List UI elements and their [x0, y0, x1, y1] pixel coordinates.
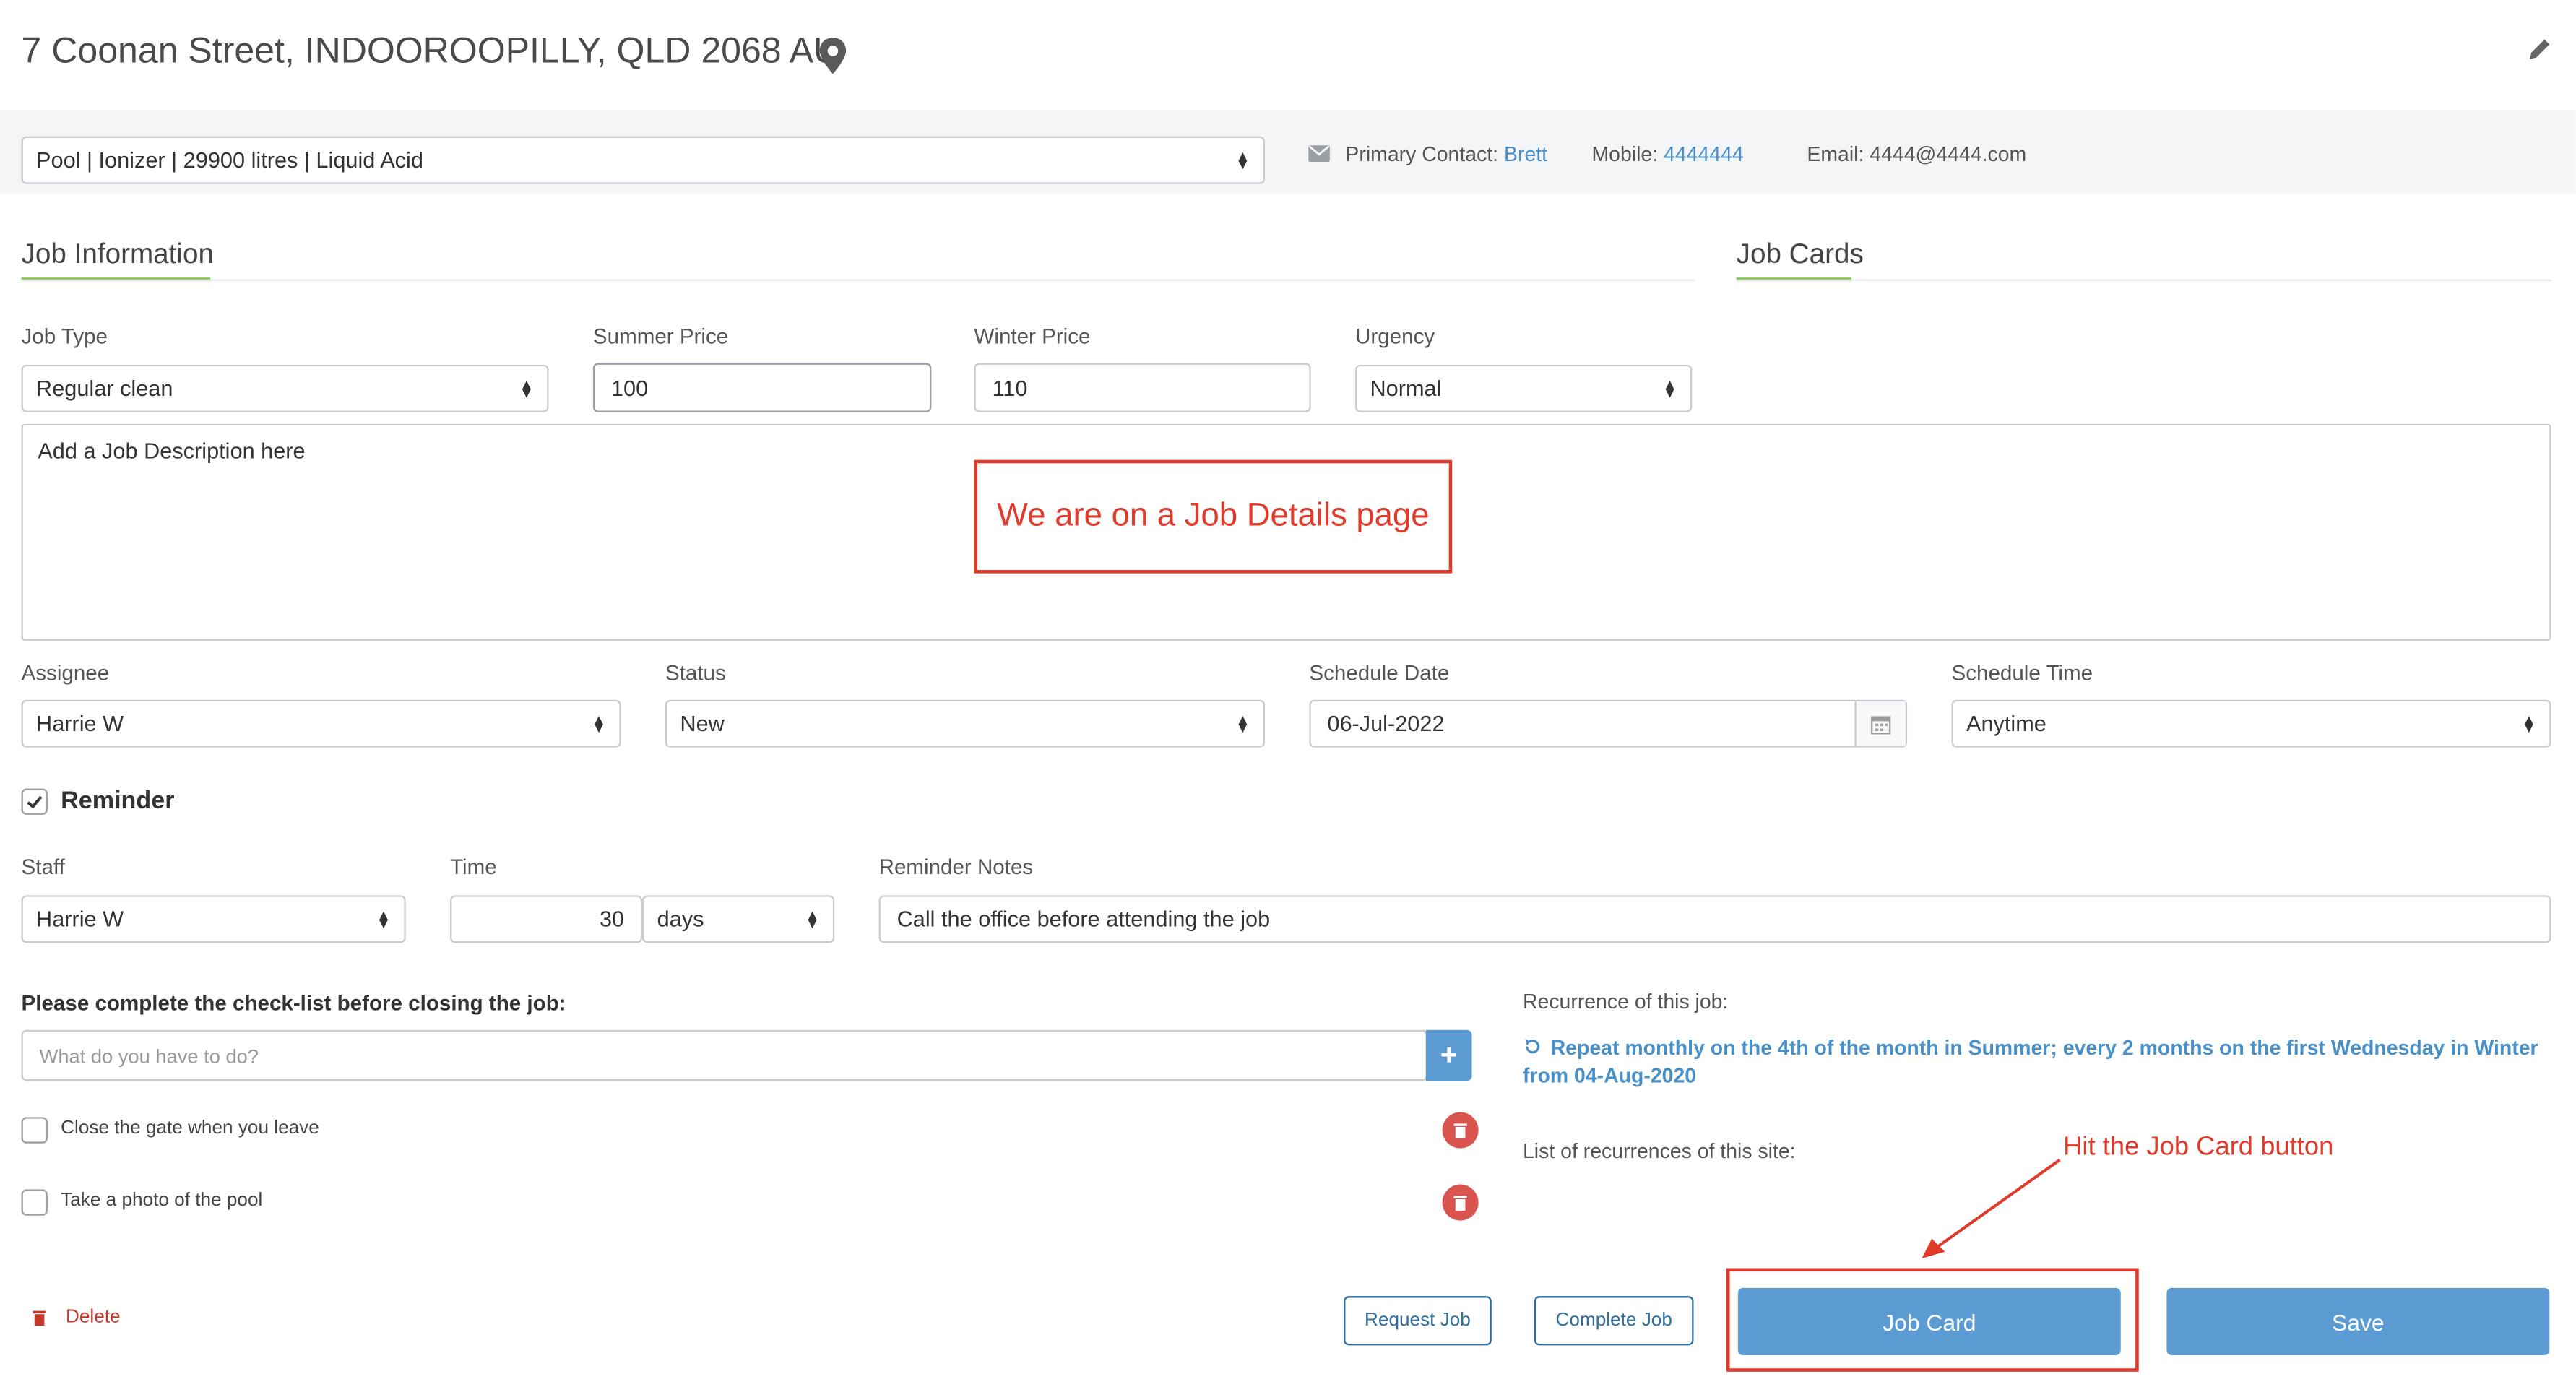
schedule-date-input[interactable]: 06-Jul-2022 — [1309, 699, 1908, 748]
job-type-label: Job Type — [21, 323, 108, 349]
trash-icon — [1453, 1195, 1467, 1210]
pool-select[interactable]: Pool | Ionizer | 29900 litres | Liquid A… — [21, 136, 1265, 184]
page-title: 7 Coonan Street, INDOOROOPILLY, QLD 2068… — [21, 29, 840, 71]
time-unit-select[interactable]: days ▲ ▼ — [642, 895, 835, 943]
select-arrows-icon: ▲ ▼ — [519, 375, 535, 400]
reminder-checkbox[interactable] — [21, 788, 48, 815]
delete-checklist-item-button[interactable] — [1442, 1184, 1479, 1221]
winter-price-input[interactable]: 110 — [974, 363, 1311, 412]
reminder-label: Reminder — [61, 787, 175, 815]
email: Email: 4444@4444.com — [1807, 142, 2027, 166]
recurrence-link[interactable]: Repeat monthly on the 4th of the month i… — [1523, 1035, 2551, 1091]
job-type-select[interactable]: Regular clean ▲ ▼ — [21, 364, 549, 412]
schedule-time-select[interactable]: Anytime ▲ ▼ — [1951, 699, 2551, 748]
divider — [21, 279, 1695, 281]
checklist-item-label: Close the gate when you leave — [61, 1118, 319, 1138]
checklist-heading: Please complete the check-list before cl… — [21, 990, 566, 1016]
checklist-input[interactable]: What do you have to do? — [21, 1029, 1428, 1081]
trash-icon — [1453, 1123, 1467, 1138]
assignee-label: Assignee — [21, 660, 110, 686]
checklist-item-checkbox[interactable] — [21, 1117, 48, 1144]
annotation-box: We are on a Job Details page — [974, 459, 1453, 574]
tab-job-cards[interactable]: Job Cards — [1737, 238, 1864, 271]
select-arrows-icon: ▲ ▼ — [805, 906, 820, 931]
checklist-item-checkbox[interactable] — [21, 1189, 48, 1216]
delete-link[interactable]: Delete — [31, 1308, 121, 1327]
select-arrows-icon: ▲ ▼ — [591, 710, 607, 735]
time-input[interactable]: 30 — [450, 895, 643, 943]
staff-select[interactable]: Harrie W ▲ ▼ — [21, 895, 406, 943]
trash-icon — [33, 1310, 46, 1325]
calendar-button[interactable] — [1854, 701, 1906, 746]
summer-price-label: Summer Price — [592, 323, 729, 349]
map-pin-icon[interactable] — [816, 36, 849, 76]
request-job-button[interactable]: Request Job — [1344, 1296, 1492, 1346]
assignee-select[interactable]: Harrie W ▲ ▼ — [21, 699, 621, 748]
primary-contact-link[interactable]: Brett — [1504, 143, 1547, 166]
tab-job-information[interactable]: Job Information — [22, 238, 214, 271]
add-checklist-button[interactable]: + — [1425, 1029, 1472, 1081]
annotation-text: Hit the Job Card button — [2063, 1133, 2334, 1162]
complete-job-button[interactable]: Complete Job — [1534, 1296, 1694, 1346]
recurrence-heading: Recurrence of this job: — [1522, 990, 1729, 1014]
recurrence-list-heading: List of recurrences of this site: — [1522, 1140, 1796, 1163]
divider — [1736, 279, 2551, 281]
plus-icon: + — [1440, 1038, 1458, 1071]
schedule-time-label: Schedule Time — [1951, 660, 2093, 686]
urgency-select[interactable]: Normal ▲ ▼ — [1355, 364, 1693, 412]
primary-contact: Primary Contact: Brett — [1345, 142, 1548, 166]
email-value: 4444@4444.com — [1870, 142, 2027, 166]
staff-label: Staff — [21, 854, 65, 879]
mobile: Mobile: 4444444 — [1591, 142, 1744, 166]
delete-checklist-item-button[interactable] — [1442, 1112, 1479, 1149]
annotation-arrow — [1922, 1158, 2061, 1258]
select-arrows-icon: ▲ ▼ — [1662, 375, 1677, 400]
save-button[interactable]: Save — [2166, 1287, 2550, 1356]
annotation-text: We are on a Job Details page — [997, 498, 1430, 535]
time-label: Time — [450, 854, 497, 879]
status-select[interactable]: New ▲ ▼ — [665, 699, 1265, 748]
schedule-date-label: Schedule Date — [1309, 660, 1450, 686]
calendar-icon — [1871, 715, 1891, 734]
select-arrows-icon: ▲ ▼ — [1235, 710, 1250, 735]
urgency-label: Urgency — [1355, 323, 1435, 349]
checklist-item-label: Take a photo of the pool — [61, 1191, 263, 1211]
summer-price-input[interactable]: 100 — [592, 363, 932, 412]
reminder-notes-input[interactable]: Call the office before attending the job — [878, 895, 2551, 943]
reminder-notes-label: Reminder Notes — [878, 854, 1034, 879]
mobile-link[interactable]: 4444444 — [1664, 143, 1744, 166]
select-arrows-icon: ▲ ▼ — [1235, 147, 1250, 172]
pencil-icon[interactable] — [2526, 36, 2552, 62]
select-arrows-icon: ▲ ▼ — [2521, 710, 2537, 735]
winter-price-label: Winter Price — [974, 323, 1091, 349]
check-icon — [27, 795, 43, 809]
envelope-icon — [1308, 145, 1330, 162]
status-label: Status — [665, 660, 726, 686]
description-placeholder: Add a Job Description here — [38, 438, 306, 464]
refresh-icon — [1525, 1039, 1540, 1054]
select-arrows-icon: ▲ ▼ — [376, 906, 392, 931]
annotation-box — [1726, 1268, 2139, 1372]
